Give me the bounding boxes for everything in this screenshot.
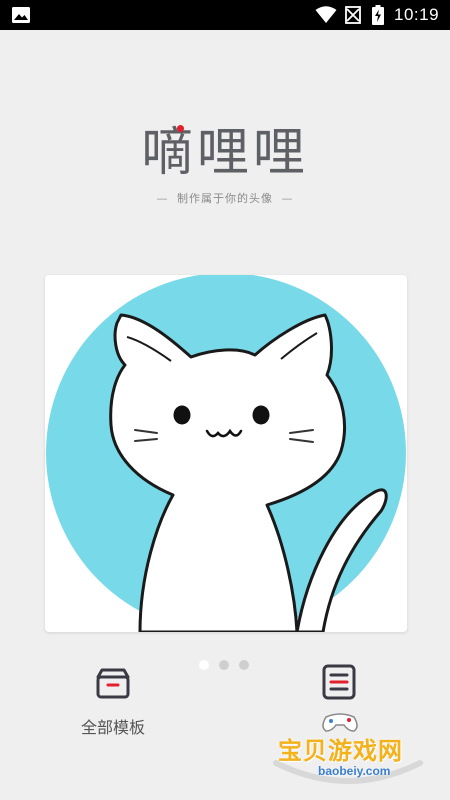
- tagline: — 制作属于你的头像 —: [0, 190, 450, 206]
- tagline-text: 制作属于你的头像: [177, 192, 273, 205]
- game-controller-icon: [322, 713, 358, 732]
- logo-red-dot: [177, 125, 184, 132]
- all-templates-button[interactable]: 全部模板: [58, 662, 168, 738]
- carousel-pagination: [199, 660, 259, 672]
- cat-left-eye: [173, 405, 191, 425]
- clock: 10:19: [394, 5, 440, 24]
- image-icon: [12, 7, 30, 23]
- app-logo: 嘀哩哩: [140, 123, 309, 183]
- list-icon: [322, 664, 356, 700]
- wifi-icon: [315, 6, 337, 23]
- cat-avatar-illustration: [46, 275, 406, 632]
- carousel-card[interactable]: [45, 275, 407, 632]
- status-bar: 10:19: [0, 0, 450, 30]
- box-icon: [96, 668, 130, 699]
- cat-right-eye: [252, 405, 270, 425]
- tagline-dash-right: —: [281, 192, 294, 205]
- battery-charging-icon: [372, 5, 384, 25]
- site-watermark: 宝贝游戏网 baobeiy.com: [268, 705, 428, 795]
- tagline-dash-left: —: [156, 192, 169, 205]
- all-templates-label: 全部模板: [80, 718, 145, 737]
- page-dot-2[interactable]: [219, 660, 229, 670]
- watermark-url: baobeiy.com: [318, 764, 391, 778]
- no-sim-icon: [345, 6, 361, 24]
- watermark-text: 宝贝游戏网: [278, 737, 403, 765]
- page-dot-1[interactable]: [199, 660, 209, 670]
- page-dot-3[interactable]: [239, 660, 249, 670]
